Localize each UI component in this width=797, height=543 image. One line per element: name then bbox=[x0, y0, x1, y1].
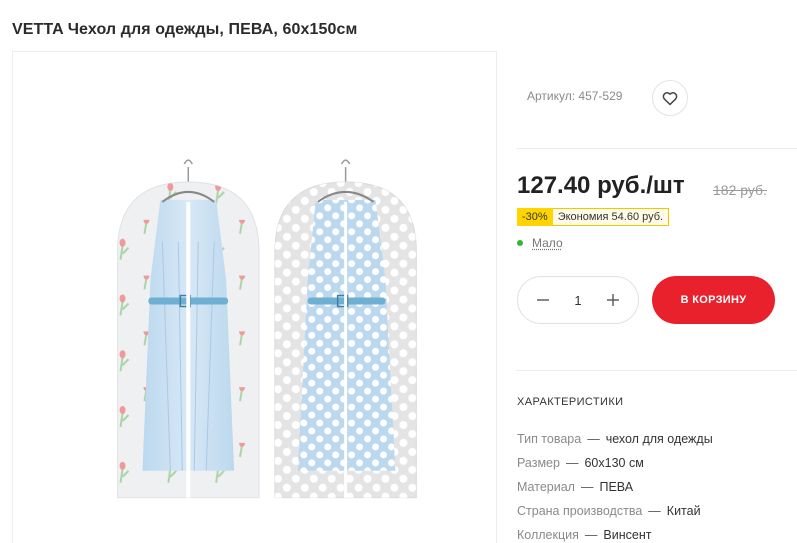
add-to-cart-button[interactable]: В КОРЗИНУ bbox=[652, 276, 775, 324]
characteristic-key: Размер bbox=[517, 456, 560, 470]
current-price: 127.40 руб./шт bbox=[517, 172, 685, 200]
quantity-value[interactable]: 1 bbox=[574, 293, 581, 308]
characteristic-value: ПЕВА bbox=[599, 480, 633, 494]
status-dot-icon bbox=[517, 240, 523, 246]
characteristic-separator: — bbox=[581, 480, 594, 494]
discount-badge: -30% Экономия 54.60 руб. bbox=[517, 208, 669, 226]
favorite-button[interactable] bbox=[652, 80, 688, 116]
garment-bag-dots bbox=[275, 160, 416, 498]
characteristic-value: 60x130 см bbox=[584, 456, 643, 470]
characteristic-key: Материал bbox=[517, 480, 575, 494]
product-title: VETTA Чехол для одежды, ПЕВА, 60x150см bbox=[12, 21, 357, 39]
quantity-stepper: 1 bbox=[517, 276, 639, 324]
characteristic-row: Материал — ПЕВА bbox=[517, 480, 633, 494]
minus-icon bbox=[536, 293, 550, 307]
characteristic-value: Винсент bbox=[603, 528, 651, 542]
characteristic-separator: — bbox=[587, 432, 600, 446]
characteristic-row: Тип товара — чехол для одежды bbox=[517, 432, 713, 446]
characteristic-separator: — bbox=[648, 504, 661, 518]
characteristic-row: Страна производства — Китай bbox=[517, 504, 701, 518]
characteristics-title: ХАРАКТЕРИСТИКИ bbox=[517, 396, 623, 408]
characteristic-key: Коллекция bbox=[517, 528, 579, 542]
decrease-quantity-button[interactable] bbox=[534, 291, 552, 309]
characteristic-key: Тип товара bbox=[517, 432, 581, 446]
divider bbox=[516, 148, 797, 149]
increase-quantity-button[interactable] bbox=[604, 291, 622, 309]
article-number: Артикул: 457-529 bbox=[527, 89, 622, 103]
old-price: 182 руб. bbox=[713, 182, 767, 198]
characteristic-row: Коллекция — Винсент bbox=[517, 528, 651, 542]
heart-icon bbox=[662, 91, 678, 106]
stock-status[interactable]: Мало bbox=[517, 236, 563, 250]
product-gallery[interactable] bbox=[12, 51, 497, 543]
discount-saving: Экономия 54.60 руб. bbox=[553, 208, 669, 226]
stock-status-label[interactable]: Мало bbox=[532, 236, 563, 250]
divider bbox=[516, 370, 797, 371]
characteristic-key: Страна производства bbox=[517, 504, 642, 518]
discount-percent: -30% bbox=[517, 208, 553, 226]
garment-bag-tulip bbox=[118, 160, 259, 498]
product-image[interactable] bbox=[13, 52, 496, 543]
product-info-panel: Артикул: 457-529 127.40 руб./шт 182 руб.… bbox=[516, 0, 797, 543]
characteristic-separator: — bbox=[585, 528, 598, 542]
characteristic-value: чехол для одежды bbox=[606, 432, 713, 446]
characteristic-value: Китай bbox=[667, 504, 701, 518]
plus-icon bbox=[606, 293, 620, 307]
characteristic-separator: — bbox=[566, 456, 579, 470]
characteristic-row: Размер — 60x130 см bbox=[517, 456, 644, 470]
